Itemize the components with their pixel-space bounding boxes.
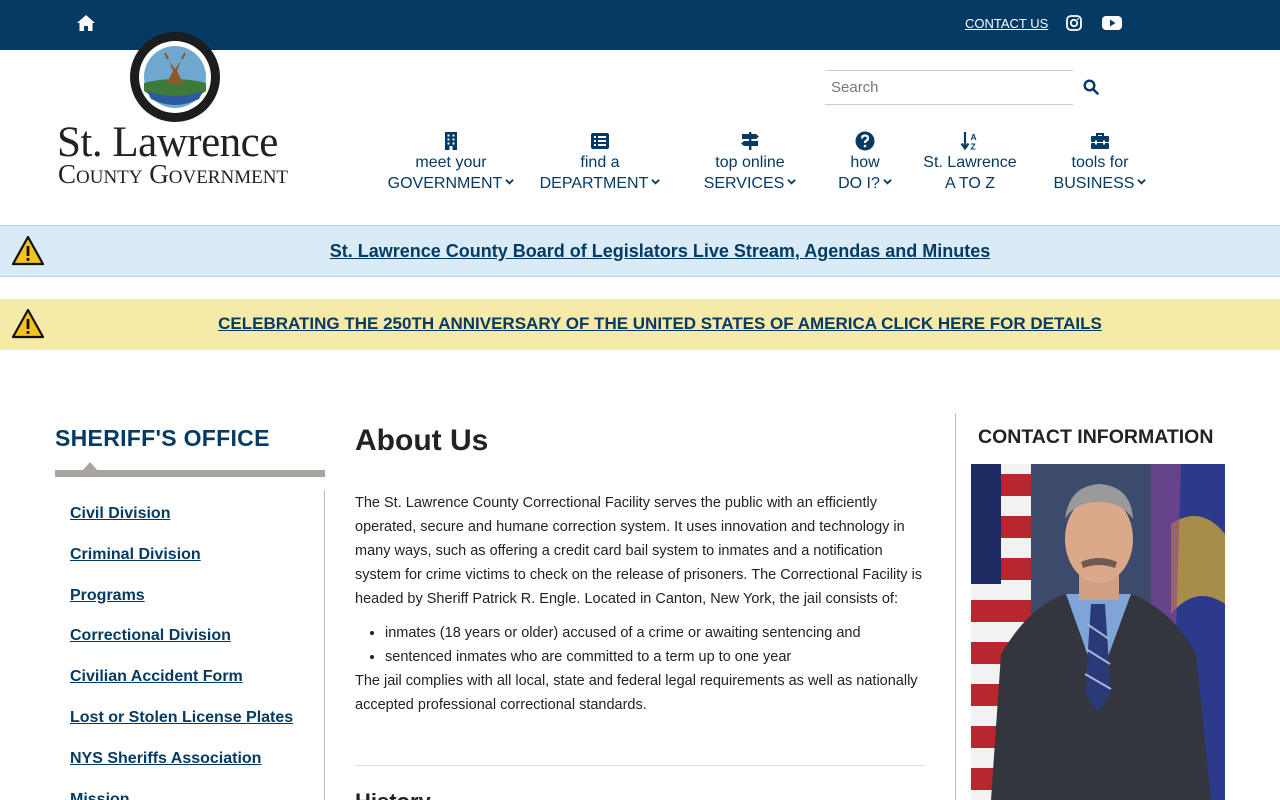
sidebar-item-accident-form[interactable]: Civilian Accident Form	[70, 668, 243, 685]
main-content: The St. Lawrence County Correctional Fac…	[355, 491, 930, 717]
sidebar-item-license-plates[interactable]: Lost or Stolen License Plates	[70, 709, 293, 726]
search-icon[interactable]	[1083, 79, 1099, 95]
right-column-divider	[955, 413, 956, 800]
alert-link-anniversary[interactable]: CELEBRATING THE 250TH ANNIVERSARY OF THE…	[0, 314, 1280, 334]
nav-tools-business[interactable]: tools for BUSINESS	[1050, 131, 1150, 195]
nav-label-top: how	[850, 154, 880, 171]
contact-us-link[interactable]: CONTACT US	[965, 16, 1048, 31]
svg-text:A: A	[971, 132, 977, 142]
alert-banner-legislators: St. Lawrence County Board of Legislators…	[0, 225, 1280, 277]
building-icon	[445, 132, 457, 150]
sidebar-item-correctional-division[interactable]: Correctional Division	[70, 627, 231, 644]
question-icon	[855, 131, 875, 151]
sidebar-item-sheriffs-association[interactable]: NYS Sheriffs Association	[70, 750, 261, 767]
toolbox-icon	[1091, 133, 1109, 149]
sidebar-divider	[324, 490, 325, 800]
list-item: sentenced inmates who are committed to a…	[385, 645, 930, 669]
svg-text:Z: Z	[971, 142, 976, 152]
chevron-down-icon	[883, 179, 892, 185]
sort-alpha-icon: A Z	[960, 132, 977, 152]
alert-link-legislators[interactable]: St. Lawrence County Board of Legislators…	[0, 241, 1280, 262]
chevron-down-icon	[787, 179, 797, 185]
chevron-down-icon	[651, 179, 661, 185]
sidebar-nav: Civil Division Criminal Division Program…	[70, 505, 293, 800]
nav-how-do-i[interactable]: how DO I?	[833, 131, 897, 195]
nav-top-services[interactable]: top online SERVICES	[700, 131, 800, 195]
search-field[interactable]	[825, 70, 1073, 105]
chevron-down-icon	[505, 179, 515, 185]
nav-label-main: GOVERNMENT	[387, 175, 503, 192]
nav-label-top: tools for	[1071, 154, 1129, 171]
nav-label-main: BUSINESS	[1053, 175, 1135, 192]
list-icon	[591, 133, 609, 149]
contact-title: CONTACT INFORMATION	[978, 426, 1214, 448]
nav-label-top: find a	[580, 154, 620, 171]
nav-meet-government[interactable]: meet your GOVERNMENT	[387, 131, 515, 195]
nav-a-to-z[interactable]: A Z St. Lawrence A TO Z	[918, 131, 1022, 195]
search-input[interactable]	[825, 71, 1073, 104]
county-seal-logo[interactable]	[129, 31, 221, 123]
closing-paragraph: The jail complies with all local, state …	[355, 673, 918, 713]
home-icon[interactable]	[76, 13, 96, 33]
chevron-down-icon	[1137, 179, 1147, 185]
sidebar-item-criminal-division[interactable]: Criminal Division	[70, 546, 201, 563]
sidebar-item-mission[interactable]: Mission	[70, 791, 130, 800]
alert-banner-anniversary: CELEBRATING THE 250TH ANNIVERSARY OF THE…	[0, 299, 1280, 350]
section-divider	[355, 765, 925, 766]
sidebar-rule	[55, 470, 325, 477]
nav-label-main: DEPARTMENT	[539, 175, 649, 192]
history-heading: History	[355, 789, 431, 800]
facility-list: inmates (18 years or older) accused of a…	[385, 621, 930, 669]
nav-label-main: DO I?	[838, 175, 880, 192]
page-title: About Us	[355, 424, 489, 457]
sidebar-title: SHERIFF'S OFFICE	[55, 425, 270, 451]
intro-paragraph: The St. Lawrence County Correctional Fac…	[355, 495, 923, 607]
sheriff-portrait	[971, 464, 1225, 800]
sidebar-item-civil-division[interactable]: Civil Division	[70, 505, 170, 522]
nav-label-main: SERVICES	[703, 175, 785, 192]
nav-label-top: meet your	[415, 154, 487, 171]
instagram-icon[interactable]	[1066, 15, 1082, 31]
nav-label-top: top online	[715, 154, 785, 171]
youtube-icon[interactable]	[1102, 15, 1122, 31]
list-item: inmates (18 years or older) accused of a…	[385, 621, 930, 645]
signpost-icon	[741, 132, 759, 150]
nav-label-top: St. Lawrence	[923, 154, 1017, 171]
sidebar-item-programs[interactable]: Programs	[70, 587, 145, 604]
logo-subtitle[interactable]: County Government	[58, 159, 288, 190]
nav-find-department[interactable]: find a DEPARTMENT	[537, 131, 663, 195]
nav-label-main: A TO Z	[944, 175, 996, 192]
